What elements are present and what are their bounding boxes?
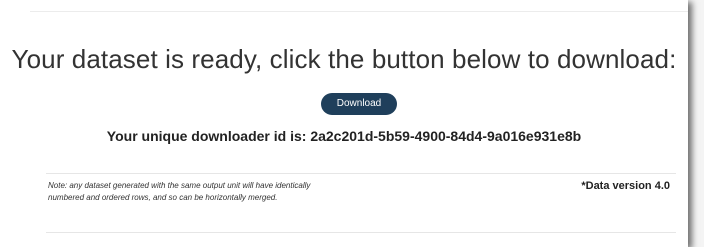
downloader-id-label: Your unique downloader id is: <box>106 128 311 144</box>
merge-note: Note: any dataset generated with the sam… <box>48 181 311 202</box>
downloader-id-value: 2a2c201d-5b59-4900-84d4-9a016e931e8b <box>310 128 582 144</box>
footer-divider-top <box>46 173 676 174</box>
download-button[interactable]: Download <box>321 93 397 115</box>
top-divider <box>30 11 688 12</box>
footer-divider-bottom <box>46 232 676 233</box>
download-panel: Your dataset is ready, click the button … <box>0 0 688 247</box>
downloader-id-line: Your unique downloader id is: 2a2c201d-5… <box>0 128 688 144</box>
data-version-label: *Data version 4.0 <box>581 180 670 192</box>
page-title: Your dataset is ready, click the button … <box>11 44 677 74</box>
